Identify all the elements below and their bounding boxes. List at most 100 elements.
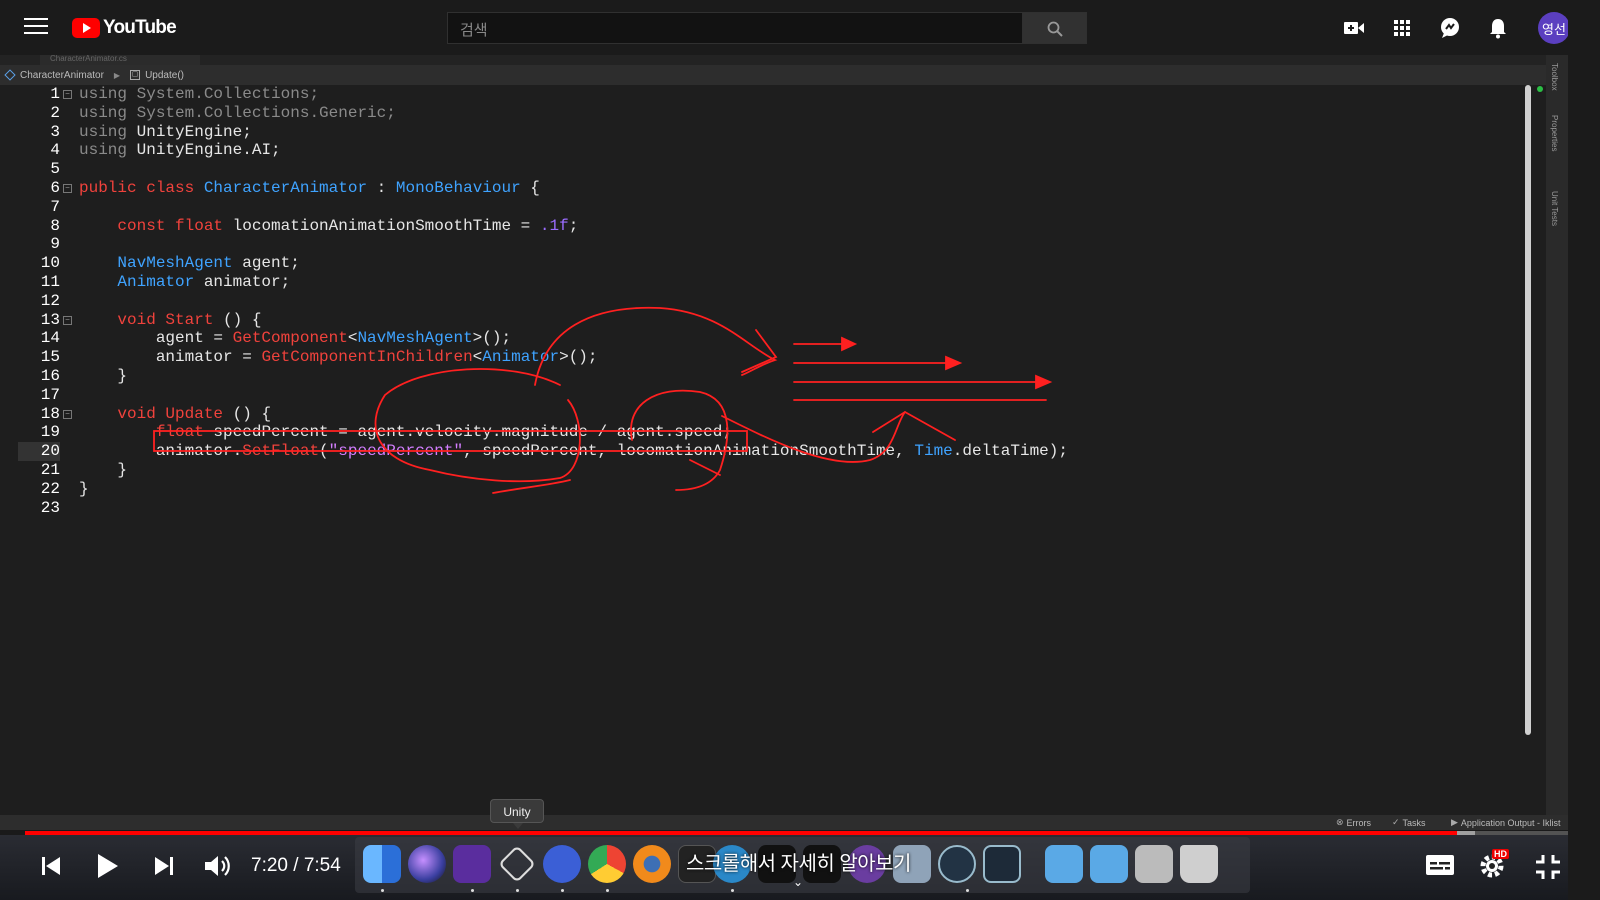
play-icon[interactable] [96, 853, 120, 879]
dock-documents-icon[interactable] [1135, 845, 1173, 883]
next-video-icon[interactable] [153, 855, 175, 877]
dock-running-indicator [966, 889, 969, 892]
code-token: >(); [559, 348, 598, 367]
tasks-pad[interactable]: ✓ Tasks [1392, 817, 1426, 828]
fold-toggle-icon[interactable]: − [63, 90, 72, 99]
line-number[interactable]: 17 [18, 386, 60, 405]
line-number[interactable]: 16 [18, 367, 60, 386]
subtitles-icon[interactable] [1425, 853, 1455, 877]
menu-icon[interactable] [24, 18, 48, 36]
line-number[interactable]: 9 [18, 235, 60, 254]
line-number[interactable]: 15 [18, 348, 60, 367]
line-number[interactable]: 4 [18, 141, 60, 160]
line-number[interactable]: 13 [18, 311, 60, 330]
code-line[interactable]: 3 using UnityEngine; [0, 123, 1400, 142]
code-line[interactable]: 12 [0, 292, 1400, 311]
fold-toggle-icon[interactable]: − [63, 315, 72, 325]
line-number[interactable]: 12 [18, 292, 60, 311]
code-token: animator. [79, 442, 243, 461]
dock-chrome-icon[interactable] [588, 845, 626, 883]
line-number[interactable]: 20 [18, 442, 60, 462]
breadcrumb-item-class[interactable]: CharacterAnimator [4, 69, 104, 81]
dock-trash-icon[interactable] [1180, 845, 1218, 883]
messages-icon[interactable] [1438, 16, 1462, 40]
code-line[interactable]: 14 agent = GetComponent<NavMeshAgent>(); [0, 329, 1400, 348]
line-number[interactable]: 11 [18, 273, 60, 292]
line-number[interactable]: 22 [18, 480, 60, 499]
line-number[interactable]: 6 [18, 179, 60, 198]
code-line[interactable]: 4 using UnityEngine.AI; [0, 141, 1400, 160]
line-number[interactable]: 7 [18, 198, 60, 217]
breadcrumb-item-method[interactable]: ▢ Update() [130, 70, 184, 81]
dock-sourcetree-icon[interactable] [938, 845, 976, 883]
previous-video-icon[interactable] [40, 855, 62, 877]
code-line[interactable]: 1− using System.Collections; [0, 85, 1400, 104]
unit-tests-panel-tab[interactable]: Unit Tests [1550, 191, 1559, 226]
code-line[interactable]: 9 [0, 235, 1400, 254]
code-line[interactable]: 10 NavMeshAgent agent; [0, 254, 1400, 273]
line-number[interactable]: 2 [18, 104, 60, 123]
code-line[interactable]: 23 [0, 499, 1400, 518]
fold-toggle-icon[interactable]: − [63, 409, 72, 419]
code-line[interactable]: 22} [0, 480, 1400, 499]
line-number[interactable]: 5 [18, 160, 60, 179]
code-line[interactable]: 2 using System.Collections.Generic; [0, 104, 1400, 123]
line-number[interactable]: 19 [18, 423, 60, 442]
settings-button[interactable]: HD [1478, 849, 1512, 879]
code-token: speedPercent = agent.velocity.magnitude … [203, 423, 732, 442]
code-text: public class CharacterAnimator : MonoBeh… [79, 179, 540, 198]
notifications-bell-icon[interactable] [1486, 16, 1510, 40]
dock-folder-2-icon[interactable] [1090, 845, 1128, 883]
errors-pad[interactable]: ⊗ Errors [1336, 817, 1371, 828]
code-line[interactable]: 16 } [0, 367, 1400, 386]
code-line[interactable]: 8 const float locomationAnimationSmoothT… [0, 217, 1400, 236]
dock-running-indicator [561, 889, 564, 892]
properties-panel-tab[interactable]: Properties [1550, 115, 1559, 151]
code-line[interactable]: 20 animator.SetFloat("speedPercent", spe… [0, 442, 1400, 462]
code-line[interactable]: 7 [0, 198, 1400, 217]
fold-toggle-icon[interactable]: − [63, 184, 72, 193]
line-number[interactable]: 18 [18, 405, 60, 424]
exit-fullscreen-icon[interactable] [1535, 854, 1561, 880]
code-editor[interactable]: 1− using System.Collections; 2 using System… [0, 85, 1560, 815]
volume-icon[interactable] [203, 853, 233, 879]
code-line[interactable]: 17 [0, 386, 1400, 405]
apps-grid-icon[interactable] [1390, 16, 1414, 40]
dock-mix-icon[interactable] [543, 845, 581, 883]
line-number[interactable]: 8 [18, 217, 60, 236]
editor-scrollbar[interactable] [1525, 85, 1531, 735]
code-line[interactable]: 15 animator = GetComponentInChildren<Ani… [0, 348, 1400, 367]
avatar[interactable]: 영선 [1538, 12, 1570, 44]
line-number[interactable]: 10 [18, 254, 60, 273]
breadcrumb-separator-icon: ▶ [113, 70, 121, 80]
code-token: using [79, 85, 128, 103]
code-line[interactable]: 19 float speedPercent = agent.velocity.m… [0, 423, 1400, 442]
line-number[interactable]: 14 [18, 329, 60, 348]
dock-folder-icon[interactable] [1045, 845, 1083, 883]
search-input[interactable]: 검색 [447, 12, 1022, 44]
code-line[interactable]: 18− void Update () { [0, 405, 1400, 424]
dock-unity-icon[interactable] [498, 845, 536, 883]
chevron-down-icon[interactable]: ⌄ [793, 875, 803, 889]
line-number[interactable]: 3 [18, 123, 60, 142]
create-video-icon[interactable] [1342, 16, 1366, 40]
code-line[interactable]: 21 } [0, 461, 1400, 480]
line-number[interactable]: 21 [18, 461, 60, 480]
dock-finder-icon[interactable] [363, 845, 401, 883]
line-number[interactable]: 23 [18, 499, 60, 518]
code-line[interactable]: 11 Animator animator; [0, 273, 1400, 292]
code-line[interactable]: 13− void Start () { [0, 311, 1400, 330]
code-token: NavMeshAgent [357, 329, 473, 348]
toolbox-panel-tab[interactable]: Toolbox [1550, 63, 1559, 91]
dock-box-icon[interactable] [983, 845, 1021, 883]
dock-siri-icon[interactable] [408, 845, 446, 883]
search-button[interactable] [1022, 12, 1087, 44]
youtube-logo[interactable]: YouTube [72, 16, 177, 40]
application-output-pad[interactable]: ▶ Application Output - Iklist [1451, 817, 1560, 828]
editor-tab[interactable]: CharacterAnimator.cs [40, 55, 200, 65]
code-line[interactable]: 6− public class CharacterAnimator : MonoB… [0, 179, 1400, 198]
code-line[interactable]: 5 [0, 160, 1400, 179]
line-number[interactable]: 1 [18, 85, 60, 104]
dock-visual-studio-icon[interactable] [453, 845, 491, 883]
dock-blender-icon[interactable] [633, 845, 671, 883]
